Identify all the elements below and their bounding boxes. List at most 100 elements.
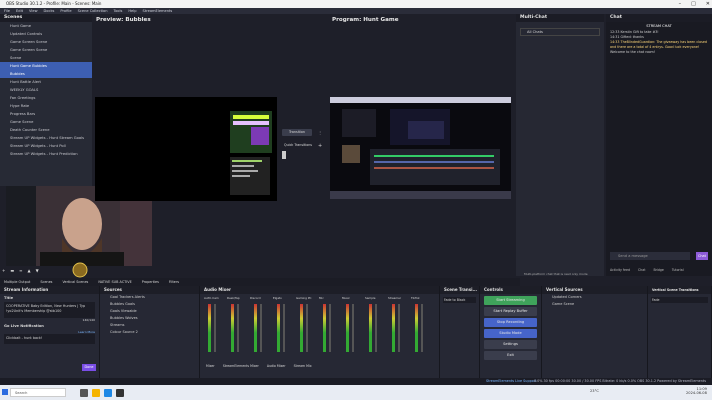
tab-vertical-scenes[interactable]: Vertical Scenes	[62, 278, 88, 286]
remove-scene-icon[interactable]: ▬	[10, 268, 14, 273]
title-label: Title	[4, 296, 14, 300]
add-scene-icon[interactable]: +	[2, 268, 5, 273]
mixer-channel: TikTok	[411, 296, 431, 362]
stop-recording-button[interactable]: Stop Recording	[484, 318, 537, 327]
scene-item[interactable]: WEEKLY GOALS	[0, 86, 92, 94]
support-link[interactable]: StreamElements Live Support	[486, 378, 537, 385]
tbar-slider[interactable]	[282, 151, 286, 159]
scene-item[interactable]: Death Counter Scene	[0, 126, 92, 134]
tab-tutorial[interactable]: Tutorial	[672, 266, 684, 274]
close-icon[interactable]: ✕	[706, 0, 710, 8]
tab-bridge[interactable]: Bridge	[653, 266, 663, 274]
tab-mixer[interactable]: Mixer	[206, 364, 215, 368]
transition-select[interactable]: Fade to Black	[443, 297, 476, 303]
volume-fader[interactable]	[306, 304, 308, 352]
vertical-source-item[interactable]: Game Scene	[542, 301, 647, 308]
scene-item[interactable]: Game Screen Scene	[0, 46, 92, 54]
scenes-title: Scenes	[0, 14, 92, 22]
source-item[interactable]: Goal Trackers Alerts	[100, 294, 199, 301]
multichat-select[interactable]: All Chats	[520, 28, 600, 36]
scene-item[interactable]: Stream UP Widgets - Hunt Prediction	[0, 150, 92, 158]
multichat-select-value: All Chats	[527, 30, 543, 34]
windows-start-icon[interactable]	[2, 389, 8, 395]
scene-item[interactable]: Hunt Battle Alert	[0, 78, 92, 86]
replay-buffer-button[interactable]: Start Replay Buffer	[484, 307, 537, 316]
scene-item[interactable]: Fan Greetings	[0, 94, 92, 102]
chat-title: Chat	[606, 14, 712, 22]
volume-fader[interactable]	[421, 304, 423, 352]
volume-meter	[346, 304, 349, 352]
source-item[interactable]: Bubbles Wolves	[100, 315, 199, 322]
source-item[interactable]: Streams	[100, 322, 199, 329]
transition-button[interactable]: Transition	[282, 129, 312, 136]
volume-fader[interactable]	[237, 304, 239, 352]
scene-item[interactable]: Bubbles	[0, 70, 92, 78]
obs-icon[interactable]	[116, 389, 124, 397]
channel-label: Desk/Tap	[227, 296, 240, 300]
tab-stream-mix[interactable]: Stream Mix	[294, 364, 312, 368]
chat-input[interactable]: Send a message	[610, 252, 690, 260]
tab-multiple-output[interactable]: Multiple Output	[4, 278, 30, 286]
preview-canvas[interactable]	[95, 97, 277, 201]
controls-title: Controls	[480, 286, 541, 294]
start-streaming-button[interactable]: Start Streaming	[484, 296, 537, 305]
volume-fader[interactable]	[260, 304, 262, 352]
tab-audio-mixer[interactable]: Audio Mixer	[267, 364, 286, 368]
minimize-icon[interactable]: –	[679, 0, 682, 8]
scene-item[interactable]: Updated Controls	[0, 30, 92, 38]
volume-fader[interactable]	[398, 304, 400, 352]
tab-properties[interactable]: Properties	[142, 278, 159, 286]
stream-info-title: Stream Information	[0, 286, 99, 294]
taskview-icon[interactable]	[80, 389, 88, 397]
settings-button[interactable]: Settings	[484, 340, 537, 349]
volume-meter	[208, 304, 211, 352]
volume-fader[interactable]	[283, 304, 285, 352]
source-item[interactable]: Goals Viewable	[100, 308, 199, 315]
channel-label: Aufm Cam	[204, 296, 219, 300]
source-item[interactable]: Bubbles Goals	[100, 301, 199, 308]
tab-native-sub[interactable]: NATIVE SUB ACTIVE	[98, 278, 131, 286]
volume-fader[interactable]	[214, 304, 216, 352]
mixer-channel: Music	[342, 296, 362, 362]
volume-fader[interactable]	[375, 304, 377, 352]
scene-item[interactable]: Hunt Game Bubbles	[0, 62, 92, 70]
scene-transitions-title: Scene Transi...	[440, 286, 479, 294]
volume-meter	[392, 304, 395, 352]
title-input[interactable]: COOPERATIVE Baby Edition, New Hunters | …	[4, 302, 95, 318]
scene-item[interactable]: Hunt Game	[0, 22, 92, 30]
move-up-icon[interactable]: ▲	[28, 268, 31, 273]
source-item[interactable]: Colour Source 2	[100, 329, 199, 336]
tab-scenes[interactable]: Scenes	[40, 278, 52, 286]
tab-filters[interactable]: Filters	[169, 278, 179, 286]
scene-item[interactable]: Stream UP Widgets - Hunt Poll	[0, 142, 92, 150]
vertical-source-item[interactable]: Updated Corners	[542, 294, 647, 301]
notify-input[interactable]: Clickbait - hunt back!	[4, 334, 95, 344]
browser-icon[interactable]	[104, 389, 112, 397]
tab-se-mixer[interactable]: StreamElements Mixer	[223, 364, 259, 368]
chat-send-button[interactable]: Chat	[696, 252, 708, 260]
vertical-transition-select[interactable]: Fade	[651, 297, 708, 303]
scene-item[interactable]: Game Scene	[0, 118, 92, 126]
scene-item[interactable]: Game Screen Scene	[0, 38, 92, 46]
explorer-icon[interactable]	[92, 389, 100, 397]
volume-fader[interactable]	[329, 304, 331, 352]
add-transition-icon[interactable]: +	[318, 143, 322, 149]
scene-item[interactable]: Scene	[0, 54, 92, 62]
transition-menu-icon[interactable]: ⋮	[318, 130, 322, 135]
exit-button[interactable]: Exit	[484, 351, 537, 360]
maximize-icon[interactable]: □	[691, 0, 696, 8]
done-button[interactable]: Done	[82, 364, 96, 371]
scene-item[interactable]: Hype Rate	[0, 102, 92, 110]
scene-item[interactable]: Progress Bars	[0, 110, 92, 118]
preview-label: Preview: Bubbles	[96, 17, 151, 23]
program-canvas	[330, 97, 511, 199]
move-down-icon[interactable]: ▼	[36, 268, 39, 273]
scene-filter-icon[interactable]: ≡	[19, 268, 22, 273]
tab-activity[interactable]: Activity feed	[610, 266, 630, 274]
scene-item[interactable]: Stream UP Widgets - Hunt Stream Goals	[0, 134, 92, 142]
tab-chat[interactable]: Chat	[638, 266, 645, 274]
channel-label: Sample	[365, 296, 376, 300]
studio-mode-button[interactable]: Studio Mode	[484, 329, 537, 338]
taskbar-search[interactable]: Search	[10, 388, 66, 397]
volume-fader[interactable]	[352, 304, 354, 352]
